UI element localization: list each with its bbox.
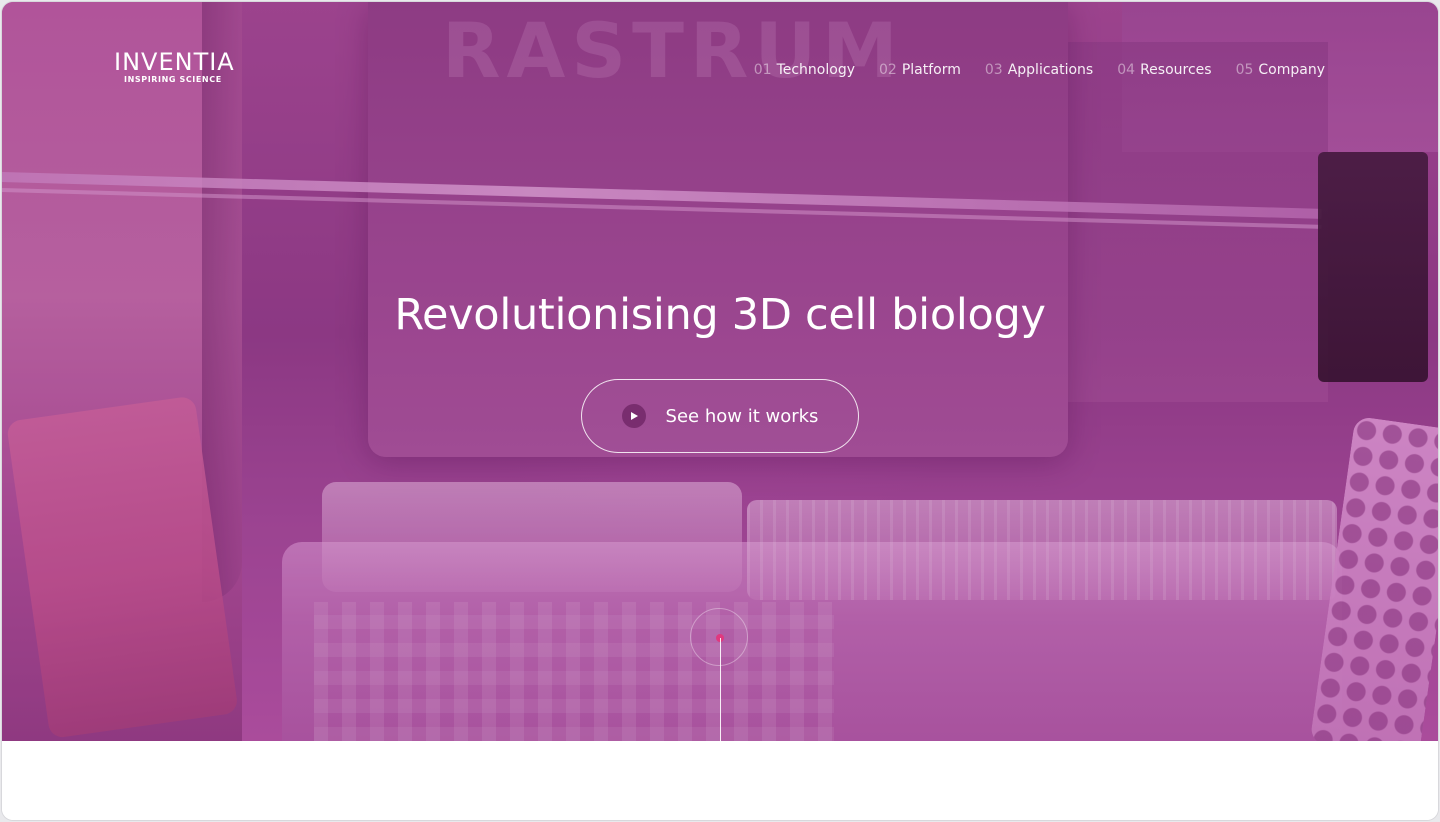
nav-item-label: Company	[1258, 62, 1325, 78]
nav-item-resources[interactable]: 04 Resources	[1117, 62, 1211, 78]
nav-item-technology[interactable]: 01 Technology	[754, 62, 855, 78]
brand-logo-link[interactable]: INVENTIA INSPIRING SCIENCE	[114, 50, 238, 84]
brand-logo-tagline: INSPIRING SCIENCE	[124, 75, 222, 84]
hero-section: RASTRUM INVENTIA INSPIRING SCIENCE 01 Te…	[2, 2, 1438, 741]
nav-item-label: Applications	[1007, 62, 1094, 78]
page-content-below-hero	[2, 741, 1438, 820]
see-how-it-works-button[interactable]: See how it works	[581, 379, 859, 453]
nav-item-company[interactable]: 05 Company	[1236, 62, 1325, 78]
nav-item-applications[interactable]: 03 Applications	[985, 62, 1093, 78]
main-navigation: 01 Technology 02 Platform 03 Application…	[754, 62, 1325, 78]
nav-item-label: Platform	[901, 62, 961, 78]
nav-item-label: Resources	[1140, 62, 1212, 78]
hero-headline: Revolutionising 3D cell biology	[394, 290, 1046, 340]
cta-label: See how it works	[665, 405, 819, 427]
nav-item-number: 01	[753, 62, 772, 78]
nav-item-platform[interactable]: 02 Platform	[879, 62, 961, 78]
browser-viewport: RASTRUM INVENTIA INSPIRING SCIENCE 01 Te…	[1, 1, 1439, 821]
play-icon	[621, 404, 646, 428]
brand-logo-wordmark: INVENTIA	[114, 48, 235, 76]
nav-item-label: Technology	[776, 62, 855, 78]
nav-item-number: 04	[1117, 62, 1136, 78]
nav-item-number: 05	[1235, 62, 1254, 78]
scroll-indicator-line	[720, 638, 721, 741]
nav-item-number: 03	[984, 62, 1003, 78]
nav-item-number: 02	[879, 62, 897, 78]
